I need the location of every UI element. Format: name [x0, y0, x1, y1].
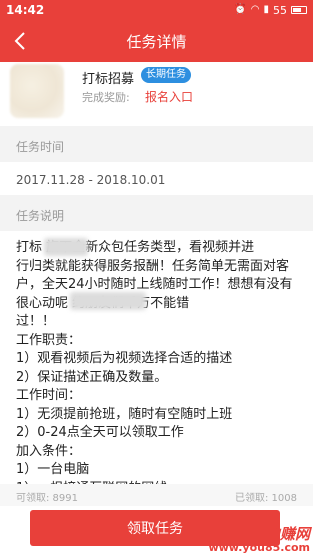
desc-line: 2）保证描述正确及数量。	[16, 369, 168, 385]
alarm-icon: ⏰	[234, 4, 247, 15]
desc-line: 过！！	[16, 314, 56, 329]
watermark-top: 中赚网	[264, 525, 310, 543]
desc-line: 很心动呢 约朋友们千万不能错	[16, 295, 189, 311]
back-icon[interactable]	[8, 27, 32, 55]
time-section-header: 任务时间	[0, 126, 313, 162]
reward-label: 完成奖励:	[82, 91, 130, 104]
task-name: 打标招募	[82, 72, 135, 87]
nav-bar: 任务详情	[0, 20, 313, 62]
status-bar: 14:42 ⏰ ◠ ▮ 55	[0, 0, 313, 20]
status-icons: ⏰ ◠ ▮ 55	[234, 4, 307, 17]
watermark-bottom: www.you85.com	[208, 541, 310, 554]
desc-line: 加入条件：	[16, 443, 82, 459]
desc-line: 2）0-24点全天可以领取工作	[16, 425, 184, 440]
redacted-patch	[44, 238, 88, 256]
desc-line: 1）无须提前抢班，随时有空随时上班	[16, 406, 233, 422]
task-avatar	[10, 64, 64, 118]
desc-line: 户，全天24小时随时上线随时工作！想想有没有	[16, 277, 293, 292]
desc-line: 行归类就能获得服务报酬！任务简单无需面对客	[16, 258, 290, 274]
task-type-badge: 长期任务	[141, 67, 191, 83]
claimed-count: 已领取: 1008	[235, 493, 297, 504]
desc-section-header: 任务说明	[0, 195, 313, 231]
available-count: 可领取: 8991	[16, 493, 78, 504]
desc-section-title: 任务说明	[16, 209, 65, 223]
desc-line: 工作职责：	[16, 332, 82, 348]
page-title: 任务详情	[126, 32, 187, 51]
signup-link[interactable]: 报名入口	[145, 88, 193, 105]
battery-level: 55	[273, 3, 287, 17]
counts-bar: 可领取: 8991 已领取: 1008	[0, 484, 313, 506]
desc-line: 1）一台电脑	[16, 462, 90, 477]
task-description: 打标 旗下全新众包任务类型，看视频并进 行归类就能获得服务报酬！任务简单无需面对…	[16, 239, 306, 498]
desc-line: 1）观看视频后为视频选择合适的描述	[16, 351, 233, 366]
wifi-icon: ◠	[250, 4, 260, 15]
site-watermark: 中赚网 www.you85.com	[208, 525, 310, 554]
time-section-title: 任务时间	[16, 140, 65, 154]
redacted-patch	[70, 292, 146, 310]
status-time: 14:42	[6, 3, 45, 17]
desc-line: 工作时间：	[16, 388, 82, 403]
battery-icon	[291, 6, 307, 14]
signal-icon: ▮	[263, 4, 269, 15]
task-header: 打标招募 长期任务 完成奖励: 报名入口	[0, 62, 313, 120]
task-time-value: 2017.11.28 - 2018.10.01	[16, 173, 166, 187]
